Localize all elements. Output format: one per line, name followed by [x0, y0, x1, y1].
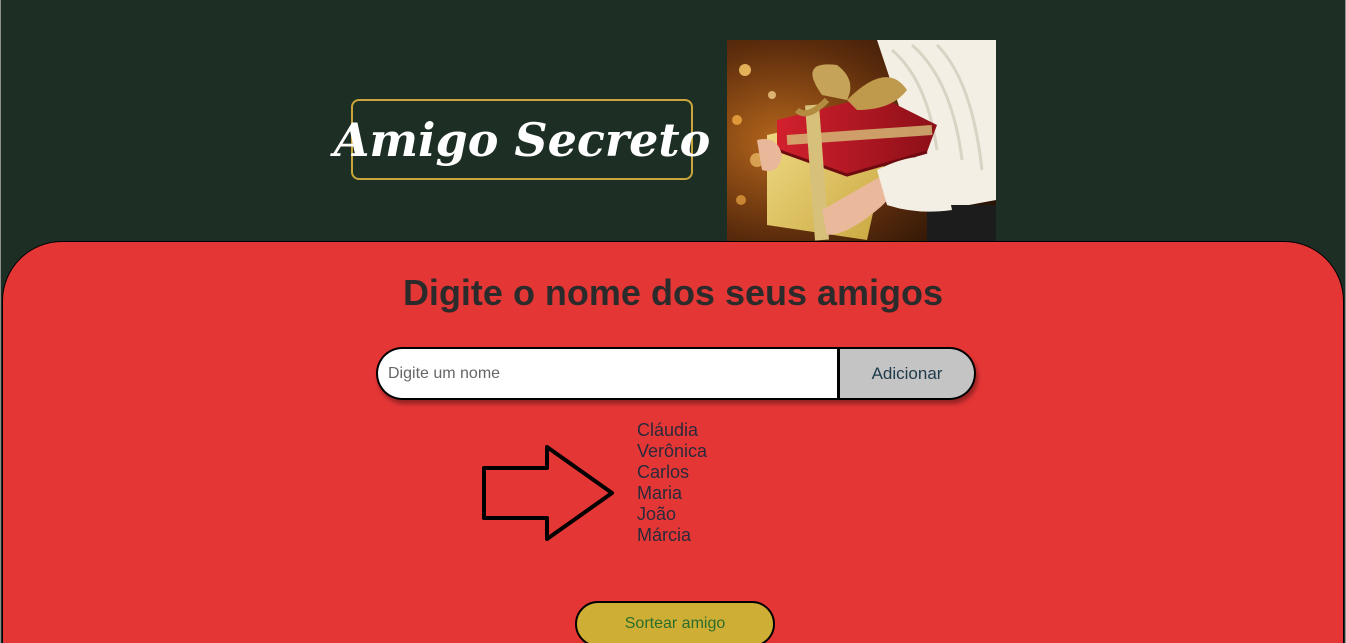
add-button[interactable]: Adicionar — [840, 347, 976, 400]
gift-image — [727, 40, 996, 242]
draw-friend-button[interactable]: Sortear amigo — [575, 601, 775, 643]
list-item: Cláudia — [637, 420, 699, 440]
name-input[interactable] — [376, 347, 840, 400]
list-item: Maria — [637, 483, 683, 503]
list-item: Márcia — [637, 525, 692, 545]
arrow-right-icon — [482, 445, 614, 541]
list-item: Carlos — [637, 462, 690, 482]
main-panel: Digite o nome dos seus amigos Adicionar … — [2, 241, 1344, 643]
gift-illustration — [727, 40, 996, 242]
page-title: Amigo Secreto — [333, 112, 711, 167]
section-heading: Digite o nome dos seus amigos — [402, 272, 944, 313]
list-item: João — [637, 504, 677, 524]
title-box: Amigo Secreto — [334, 99, 710, 180]
header: Amigo Secreto — [1, 0, 1345, 242]
page: Amigo Secreto Digite o nome dos seus ami… — [0, 0, 1346, 643]
input-row: Adicionar — [376, 347, 976, 400]
list-item: Verônica — [637, 441, 708, 461]
friends-list: Cláudia Verônica Carlos Maria João Márci… — [637, 420, 707, 546]
